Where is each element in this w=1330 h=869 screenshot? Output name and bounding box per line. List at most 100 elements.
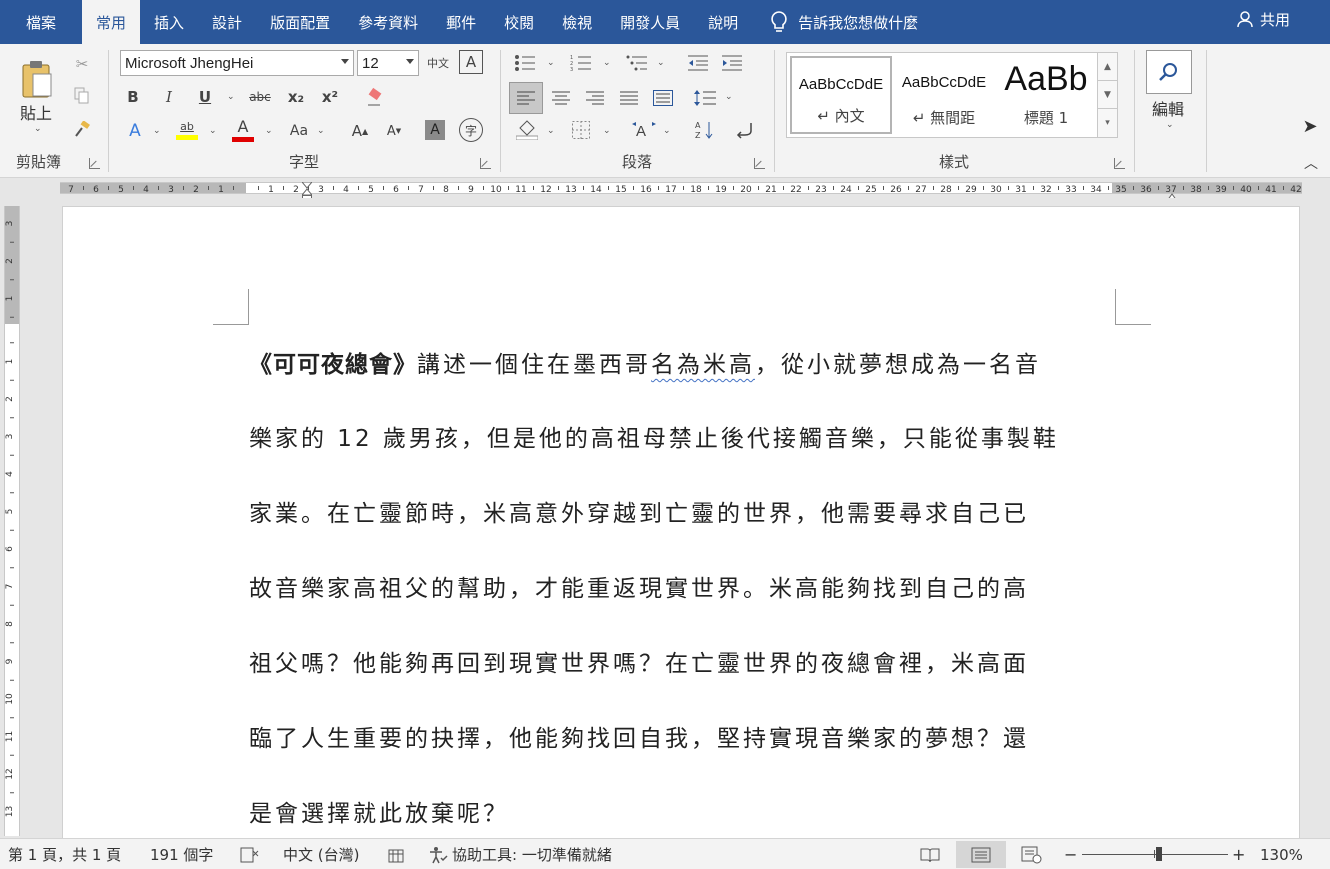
underline-button[interactable]: U (193, 84, 217, 110)
paragraph-launcher[interactable] (754, 158, 765, 169)
cut-icon[interactable]: ✂ (70, 52, 94, 76)
phonetic-guide-button[interactable]: 中文 (425, 50, 451, 76)
subscript-button[interactable]: x₂ (283, 84, 309, 110)
read-mode-button[interactable] (908, 841, 952, 868)
enclosed-character-button[interactable]: 字 (459, 118, 483, 142)
accessibility-status[interactable]: 協助工具: 一切準備就緒 (428, 839, 612, 869)
grow-font-button[interactable]: A ▲ (347, 118, 373, 144)
tab-review[interactable]: 校閱 (490, 0, 548, 44)
change-case-dropdown[interactable]: ⌄ (317, 126, 325, 136)
highlight-color-button[interactable]: ab (173, 116, 201, 144)
numbering-dropdown[interactable]: ⌄ (603, 58, 611, 68)
tab-insert[interactable]: 插入 (140, 0, 198, 44)
tab-design[interactable]: 設計 (198, 0, 256, 44)
tab-mailings[interactable]: 郵件 (432, 0, 490, 44)
horizontal-ruler[interactable]: 7 6 5 4 3 2 1 1 2 3 4 5 6 7 8 9 10 11 12 13 14 15 16 17 18 19 20 21… (0, 178, 1330, 202)
tab-help[interactable]: 說明 (694, 0, 752, 44)
share-button[interactable]: 共用 (1236, 0, 1290, 38)
line-spacing-dropdown[interactable]: ⌄ (725, 92, 733, 102)
document-body[interactable]: 《可可夜總會》講述一個住在墨西哥名為米高，從小就夢想成為一名音 樂家的 12 歲… (249, 327, 1115, 838)
increase-indent-icon[interactable] (719, 50, 745, 76)
borders-dropdown[interactable]: ⌄ (603, 126, 611, 136)
numbering-icon[interactable]: 123 (567, 50, 595, 76)
bold-button[interactable]: B (121, 84, 145, 110)
justify-icon[interactable] (615, 84, 643, 112)
web-layout-button[interactable] (1010, 841, 1054, 868)
strikethrough-button[interactable]: abc (245, 84, 275, 110)
style-heading-1[interactable]: AaBb 標題 1 (995, 56, 1097, 134)
zoom-level[interactable]: 130% (1260, 839, 1303, 869)
bullets-icon[interactable] (511, 50, 539, 76)
align-center-icon[interactable] (547, 84, 575, 112)
zoom-out-button[interactable]: − (1064, 839, 1077, 869)
gallery-scroll-up[interactable]: ▲ (1097, 53, 1117, 81)
font-launcher[interactable] (480, 158, 491, 169)
sort-icon[interactable]: AZ (691, 116, 719, 144)
asian-layout-icon[interactable]: A (629, 116, 659, 144)
macro-icon[interactable] (388, 839, 404, 869)
clear-formatting-icon[interactable] (363, 84, 387, 110)
right-indent-marker[interactable] (1107, 188, 1177, 202)
format-painter-icon[interactable] (70, 118, 94, 142)
underline-dropdown[interactable]: ⌄ (227, 92, 235, 102)
find-button[interactable] (1146, 50, 1192, 94)
multilevel-list-icon[interactable] (623, 50, 651, 76)
zoom-slider[interactable] (1082, 854, 1228, 855)
language-status[interactable]: 中文 (台灣) (283, 839, 359, 869)
ruler-number: 39 (1215, 185, 1227, 194)
editing-dropdown[interactable]: ⌄ (1166, 120, 1174, 130)
paste-dropdown[interactable]: ⌄ (34, 124, 42, 134)
tab-view[interactable]: 檢視 (548, 0, 606, 44)
text-effects-dropdown[interactable]: ⌄ (153, 126, 161, 136)
proofing-icon[interactable] (240, 839, 260, 869)
bullets-dropdown[interactable]: ⌄ (547, 58, 555, 68)
align-left-icon[interactable] (509, 82, 543, 114)
font-size-combo[interactable]: 12 (357, 50, 419, 76)
italic-button[interactable]: I (157, 84, 181, 110)
tell-me-search[interactable]: 告訴我您想做什麼 (770, 0, 918, 44)
font-name-combo[interactable]: Microsoft JhengHei (120, 50, 354, 76)
text-effects-icon[interactable]: A (121, 118, 149, 144)
style-normal[interactable]: AaBbCcDdE ↵ 內文 (790, 56, 892, 134)
vertical-ruler[interactable]: 3 2 1 1 2 3 4 5 6 7 8 9 10 11 12 13 (4, 206, 20, 836)
tab-file[interactable]: 檔案 (0, 0, 82, 44)
decrease-indent-icon[interactable] (685, 50, 711, 76)
word-count[interactable]: 191 個字 (150, 839, 213, 869)
tab-developer[interactable]: 開發人員 (606, 0, 694, 44)
borders-icon[interactable] (567, 116, 595, 144)
copy-icon[interactable] (70, 84, 94, 108)
indent-marker[interactable] (242, 178, 312, 201)
distributed-icon[interactable] (649, 84, 677, 112)
tab-home[interactable]: 常用 (82, 0, 141, 44)
print-layout-button[interactable] (956, 841, 1006, 868)
asian-layout-dropdown[interactable]: ⌄ (663, 126, 671, 136)
superscript-button[interactable]: x² (317, 84, 343, 110)
clipboard-launcher[interactable] (89, 158, 100, 169)
zoom-slider-thumb[interactable] (1156, 847, 1162, 861)
character-shading-button[interactable]: A (425, 120, 445, 140)
tab-layout[interactable]: 版面配置 (256, 0, 344, 44)
zoom-in-button[interactable]: + (1232, 839, 1245, 869)
multilevel-dropdown[interactable]: ⌄ (657, 58, 665, 68)
shading-icon[interactable] (513, 116, 541, 144)
line-spacing-icon[interactable] (691, 84, 719, 112)
gallery-more[interactable]: ▾ (1097, 109, 1117, 137)
shading-dropdown[interactable]: ⌄ (547, 126, 555, 136)
spelling-squiggle-text[interactable]: 名為米高 (651, 352, 755, 378)
enclose-characters-button[interactable]: A (459, 50, 483, 74)
show-formatting-icon[interactable] (731, 116, 759, 144)
style-no-spacing[interactable]: AaBbCcDdE ↵ 無間距 (893, 56, 995, 134)
collapse-ribbon-button[interactable]: ︿ (1300, 154, 1322, 172)
font-color-button[interactable]: A (229, 116, 257, 144)
document-area[interactable]: 《可可夜總會》講述一個住在墨西哥名為米高，從小就夢想成為一名音 樂家的 12 歲… (22, 198, 1330, 838)
tab-references[interactable]: 參考資料 (344, 0, 432, 44)
align-right-icon[interactable] (581, 84, 609, 112)
styles-launcher[interactable] (1114, 158, 1125, 169)
highlight-dropdown[interactable]: ⌄ (209, 126, 217, 136)
change-case-button[interactable]: Aa (285, 118, 313, 144)
shrink-font-button[interactable]: A ▼ (381, 118, 407, 144)
gallery-scroll-down[interactable]: ▼ (1097, 81, 1117, 109)
document-page[interactable]: 《可可夜總會》講述一個住在墨西哥名為米高，從小就夢想成為一名音 樂家的 12 歲… (62, 206, 1300, 838)
page-count[interactable]: 第 1 頁，共 1 頁 (8, 839, 121, 869)
font-color-dropdown[interactable]: ⌄ (265, 126, 273, 136)
